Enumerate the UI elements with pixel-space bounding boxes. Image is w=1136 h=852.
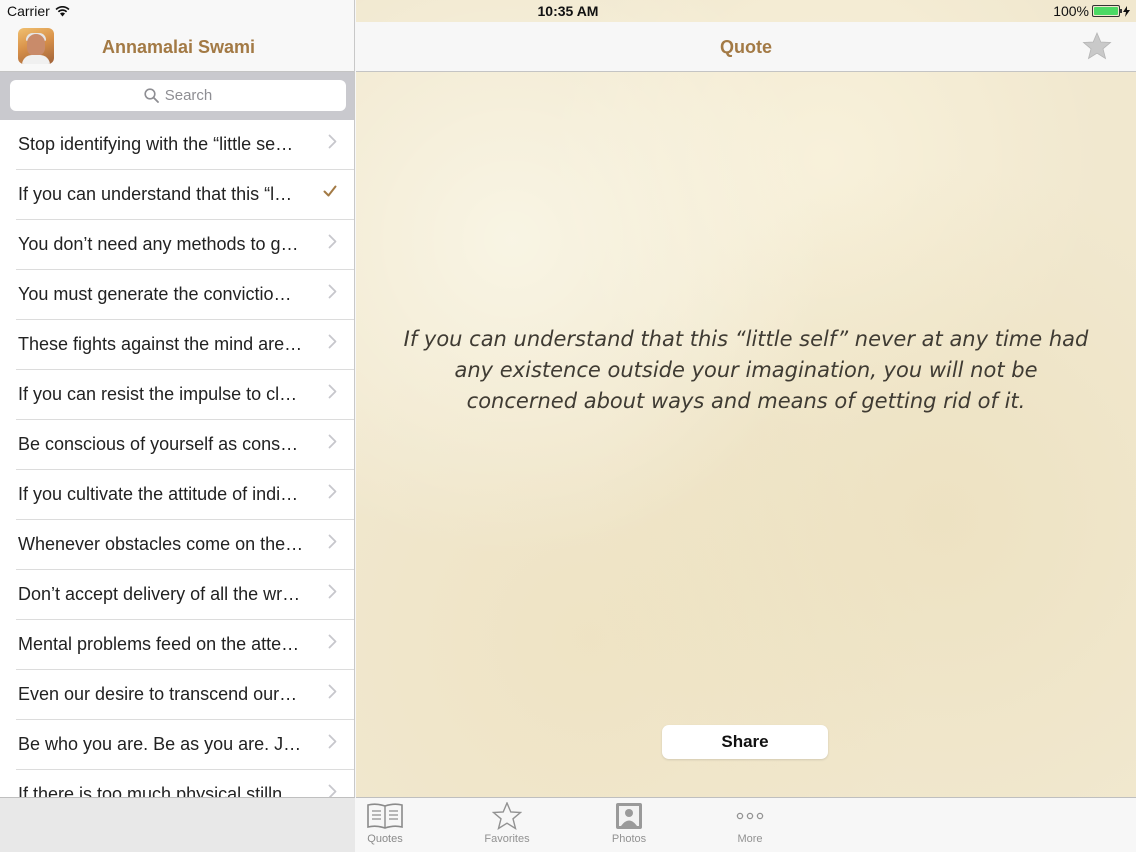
chevron-right-icon <box>328 684 337 704</box>
list-item-label: Be conscious of yourself as cons… <box>18 434 299 454</box>
chevron-right-icon <box>328 384 337 404</box>
list-item[interactable]: Don’t accept delivery of all the wr… <box>0 570 354 620</box>
chevron-right-icon <box>328 134 337 154</box>
quote-list: Stop identifying with the “little se… If … <box>0 120 354 797</box>
list-item[interactable]: Be conscious of yourself as cons… <box>0 420 354 470</box>
tab-quotes[interactable]: Quotes <box>340 800 430 850</box>
list-item[interactable]: You don’t need any methods to g… <box>0 220 354 270</box>
list-item[interactable]: Be who you are. Be as you are. J… <box>0 720 354 770</box>
list-item[interactable]: You must generate the convictio… <box>0 270 354 320</box>
list-item-label: Be who you are. Be as you are. J… <box>18 734 302 754</box>
list-item[interactable]: If you cultivate the attitude of indi… <box>0 470 354 520</box>
list-item-label: Whenever obstacles come on the… <box>18 534 304 554</box>
tab-quotes-label: Quotes <box>367 833 403 845</box>
chevron-right-icon <box>328 434 337 454</box>
list-item-label: You must generate the convictio… <box>18 284 292 304</box>
search-icon <box>144 88 159 103</box>
favorite-button[interactable] <box>1082 31 1112 61</box>
list-item-label: If you cultivate the attitude of indi… <box>18 484 299 504</box>
chevron-right-icon <box>328 284 337 304</box>
list-item-label: Mental problems feed on the atte… <box>18 634 300 654</box>
list-item-label: If you can understand that this “l… <box>18 184 293 204</box>
tab-bar: Quotes Favorites Photos More <box>356 797 1136 852</box>
list-item[interactable]: Whenever obstacles come on the… <box>0 520 354 570</box>
list-item[interactable]: Stop identifying with the “little se… <box>0 120 354 170</box>
list-item[interactable]: These fights against the mind are… <box>0 320 354 370</box>
master-navbar: Annamalai Swami <box>0 22 354 72</box>
book-icon <box>367 803 403 829</box>
list-item-label: Stop identifying with the “little se… <box>18 134 294 154</box>
portrait-icon <box>616 803 642 829</box>
detail-pane: Quote If you can understand that this “l… <box>356 0 1136 797</box>
chevron-right-icon <box>328 734 337 754</box>
checkmark-icon <box>323 184 337 203</box>
status-bar: Carrier 10:35 AM 100% <box>0 0 1136 22</box>
tab-favorites-label: Favorites <box>484 833 530 845</box>
tab-favorites[interactable]: Favorites <box>462 800 552 850</box>
battery-icon <box>1092 5 1122 17</box>
list-item[interactable]: If you can understand that this “l… <box>0 170 354 220</box>
search-placeholder: Search <box>164 87 213 104</box>
chevron-right-icon <box>328 584 337 604</box>
tab-photos-label: Photos <box>611 833 647 845</box>
list-item-label: If there is too much physical stilln… <box>18 784 301 797</box>
chevron-right-icon <box>328 784 337 797</box>
status-right: 100% <box>1053 3 1130 19</box>
star-icon <box>492 802 522 830</box>
chevron-right-icon <box>328 534 337 554</box>
list-item[interactable]: If there is too much physical stilln… <box>0 770 354 797</box>
tab-photos[interactable]: Photos <box>584 800 674 850</box>
tab-more[interactable]: More <box>705 800 795 850</box>
search-input[interactable]: Search <box>10 80 346 111</box>
master-bottom-bar <box>0 797 355 852</box>
battery-percent: 100% <box>1053 3 1089 19</box>
list-item[interactable]: If you can resist the impulse to cl… <box>0 370 354 420</box>
search-bar: Search <box>0 72 354 120</box>
list-item[interactable]: Even our desire to transcend our… <box>0 670 354 720</box>
tab-more-label: More <box>737 833 763 845</box>
list-item[interactable]: Mental problems feed on the atte… <box>0 620 354 670</box>
star-icon <box>1082 31 1112 60</box>
list-item-label: Don’t accept delivery of all the wr… <box>18 584 301 604</box>
battery-fill <box>1094 7 1118 15</box>
list-item-label: These fights against the mind are… <box>18 334 303 354</box>
chevron-right-icon <box>328 234 337 254</box>
chevron-right-icon <box>328 334 337 354</box>
master-title: Annamalai Swami <box>101 37 256 57</box>
list-item-label: Even our desire to transcend our… <box>18 684 298 704</box>
clock: 10:35 AM <box>537 3 599 19</box>
chevron-right-icon <box>328 484 337 504</box>
master-pane: Annamalai Swami Search Stop identifying … <box>0 0 355 797</box>
chevron-right-icon <box>328 634 337 654</box>
quote-text: If you can understand that this “little … <box>403 327 1089 413</box>
detail-title: Quote <box>720 37 772 57</box>
more-icon <box>736 812 764 820</box>
list-item-label: You don’t need any methods to g… <box>18 234 299 254</box>
share-button[interactable]: Share <box>662 725 828 759</box>
detail-navbar: Quote <box>356 22 1136 72</box>
list-item-label: If you can resist the impulse to cl… <box>18 384 298 404</box>
charging-icon <box>1123 5 1130 17</box>
